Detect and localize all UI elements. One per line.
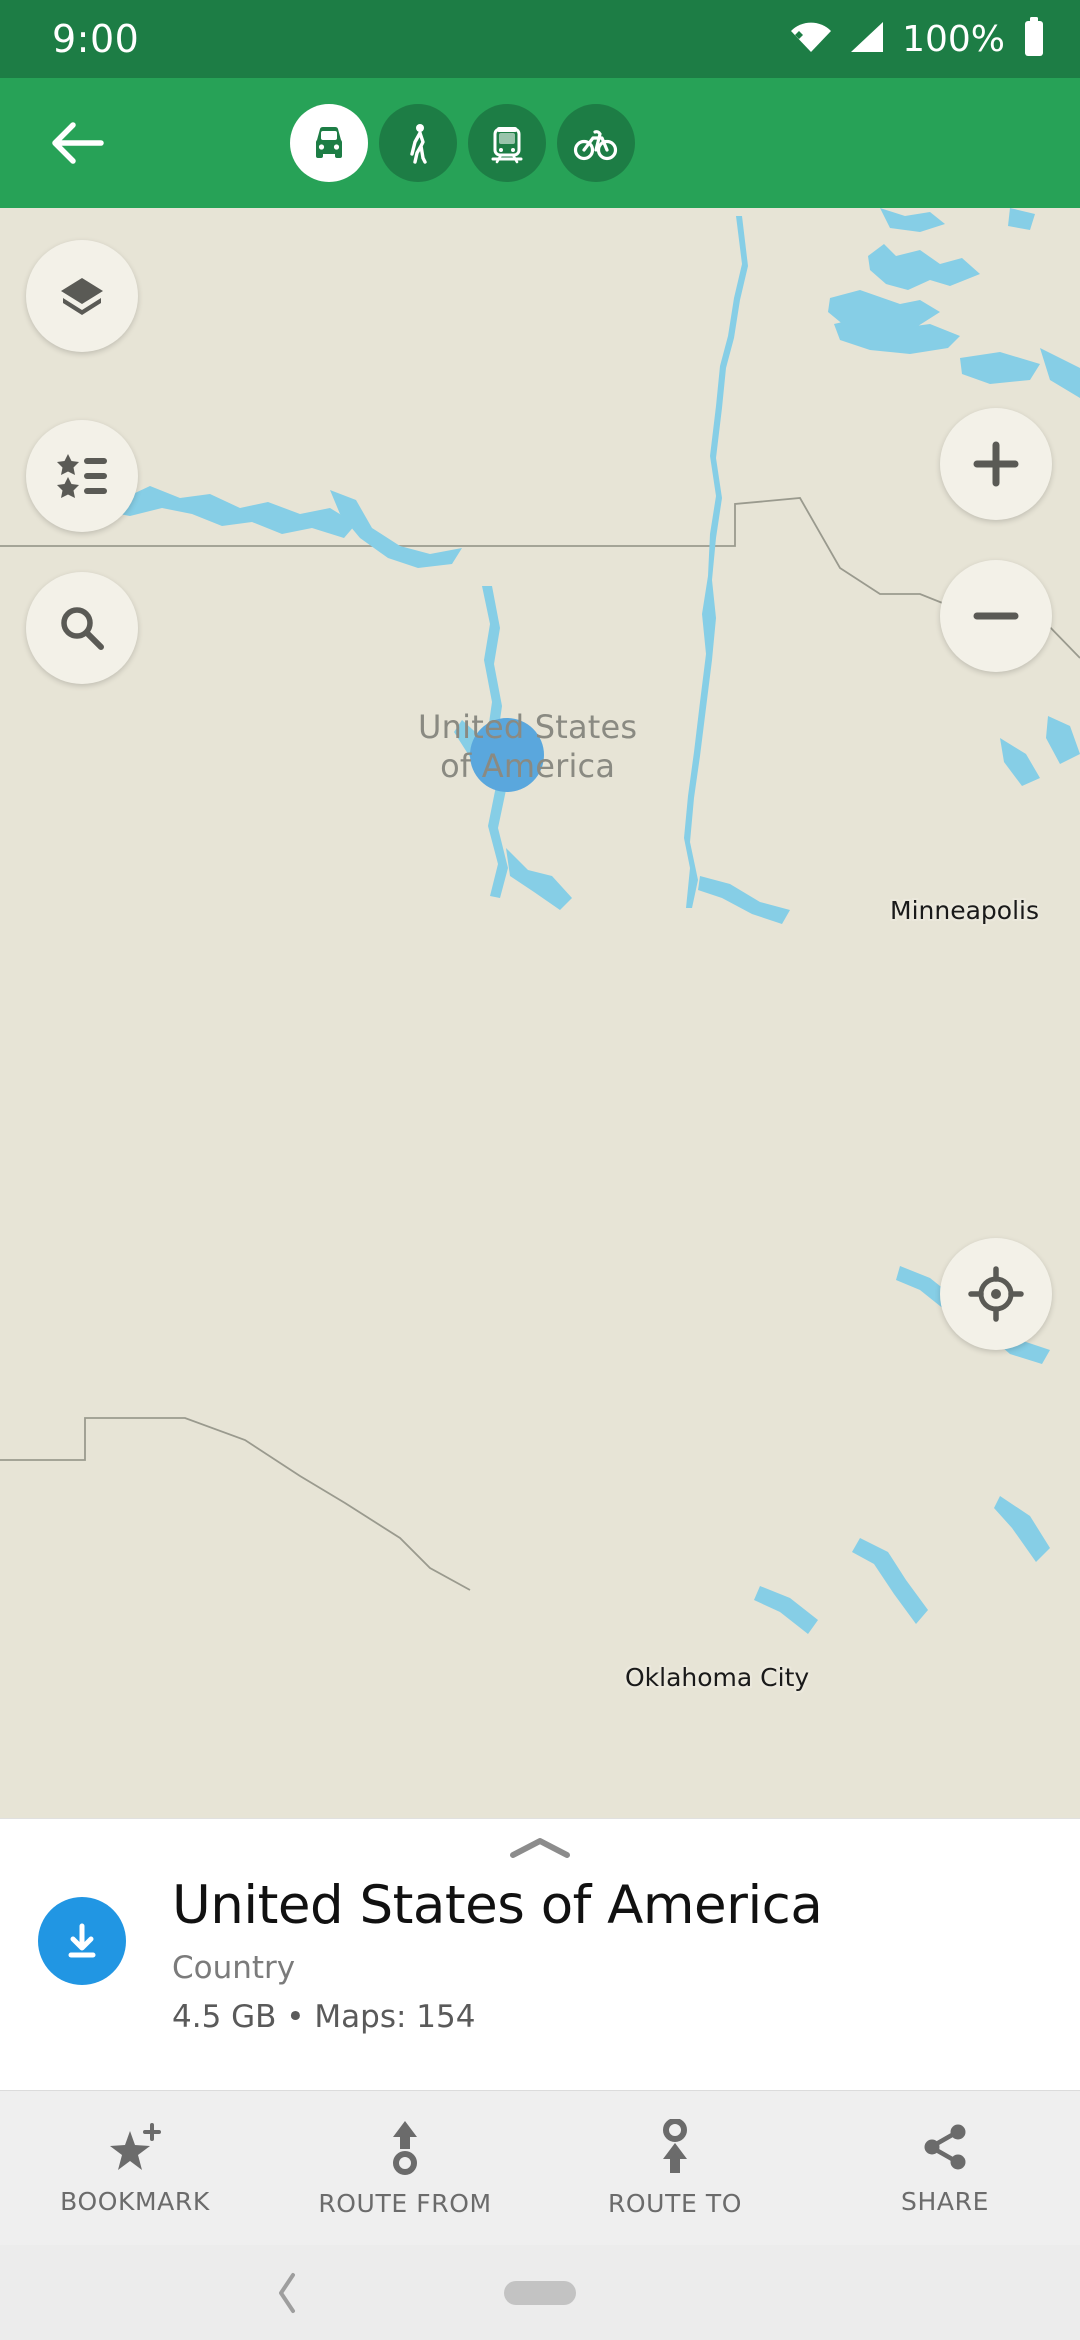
download-button[interactable] xyxy=(38,1897,126,1985)
battery-percent-label: 100% xyxy=(902,18,1005,60)
cellular-signal-icon xyxy=(847,20,885,58)
wifi-icon xyxy=(790,20,832,58)
route-from-action-label: ROUTE FROM xyxy=(318,2188,492,2218)
mode-button-bicycle[interactable] xyxy=(557,104,635,182)
place-info-text: United States of America Country 4.5 GB … xyxy=(172,1875,823,2036)
route-from-icon xyxy=(393,2120,417,2175)
route-from-action[interactable]: ROUTE FROM xyxy=(270,2091,540,2245)
share-action[interactable]: SHARE xyxy=(810,2091,1080,2245)
layers-button[interactable] xyxy=(26,240,138,352)
system-navigation-bar xyxy=(0,2245,1080,2340)
mode-button-transit[interactable] xyxy=(468,104,546,182)
share-action-label: SHARE xyxy=(901,2186,989,2216)
route-to-action-label: ROUTE TO xyxy=(607,2188,743,2218)
my-location-button[interactable] xyxy=(940,1238,1052,1350)
bookmark-action[interactable]: BOOKMARK xyxy=(0,2091,270,2245)
zoom-in-button[interactable] xyxy=(940,408,1052,520)
bookmark-action-label: BOOKMARK xyxy=(60,2186,210,2216)
place-action-bar: BOOKMARK ROUTE FROM ROUTE TO SHARE xyxy=(0,2090,1080,2245)
zoom-out-button[interactable] xyxy=(940,560,1052,672)
status-bar: 9:00 100% xyxy=(0,0,1080,78)
chevron-up-icon xyxy=(510,1838,570,1858)
layers-icon xyxy=(61,278,103,315)
card-expand-handle[interactable] xyxy=(505,1833,575,1867)
gps-crosshair-icon xyxy=(968,1266,1024,1322)
place-title: United States of America xyxy=(172,1875,823,1936)
status-bar-clock: 9:00 xyxy=(52,17,140,61)
status-bar-indicators: 100% xyxy=(790,17,1046,61)
bookmarks-button[interactable] xyxy=(26,420,138,532)
bookmark-list-icon xyxy=(57,454,107,498)
map-canvas[interactable]: United States of America Minneapolis Okl… xyxy=(0,208,1080,1818)
battery-icon xyxy=(1022,17,1046,61)
route-to-icon xyxy=(663,2118,687,2173)
back-button[interactable] xyxy=(30,97,122,189)
route-to-action[interactable]: ROUTE TO xyxy=(540,2091,810,2245)
place-download-meta: 4.5 GB • Maps: 154 xyxy=(172,1999,476,2036)
selected-place-marker xyxy=(470,718,544,792)
map-vector-layer xyxy=(0,208,1080,1818)
minus-icon xyxy=(973,612,1019,620)
pedestrian-icon xyxy=(410,124,427,164)
train-icon xyxy=(491,127,523,164)
bookmark-star-plus-icon xyxy=(110,2122,161,2170)
app-screen: 9:00 100% United States of America Minne… xyxy=(0,0,1080,2340)
search-icon xyxy=(61,607,104,650)
arrow-left-icon xyxy=(52,122,104,164)
place-info-card: United States of America Country 4.5 GB … xyxy=(0,1818,1080,2090)
transport-mode-group xyxy=(290,104,635,182)
nav-back-icon xyxy=(279,2272,295,2313)
nav-home-pill-icon[interactable] xyxy=(504,2280,576,2305)
car-icon xyxy=(315,126,343,158)
download-icon xyxy=(68,1923,96,1958)
place-type: Country xyxy=(172,1950,296,1987)
bicycle-icon xyxy=(573,130,618,161)
search-button[interactable] xyxy=(26,572,138,684)
transport-mode-toolbar xyxy=(0,78,1080,208)
mode-button-car[interactable] xyxy=(290,104,368,182)
nav-back-button[interactable] xyxy=(252,2258,322,2328)
mode-button-pedestrian[interactable] xyxy=(379,104,457,182)
share-icon xyxy=(924,2124,966,2169)
plus-icon xyxy=(973,441,1019,487)
